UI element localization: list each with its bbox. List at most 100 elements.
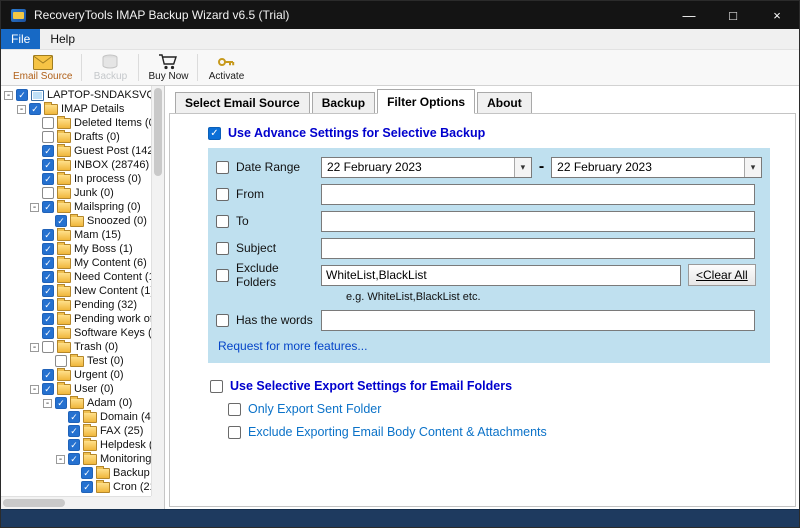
collapse-icon[interactable]: - xyxy=(30,203,39,212)
date-to-picker[interactable]: 22 February 2023 ▾ xyxy=(551,157,762,178)
tree-checkbox[interactable]: ✓ xyxy=(55,215,67,227)
tree-item[interactable]: -✓User (0) xyxy=(1,382,151,396)
tree-item[interactable]: ✓Pending (32) xyxy=(1,298,151,312)
to-input[interactable] xyxy=(321,211,755,232)
clear-all-button[interactable]: <Clear All xyxy=(688,264,756,286)
from-checkbox[interactable] xyxy=(216,188,229,201)
tree-checkbox[interactable]: ✓ xyxy=(29,103,41,115)
has-words-input[interactable] xyxy=(321,310,755,331)
tree-checkbox[interactable]: ✓ xyxy=(68,439,80,451)
scrollbar-thumb[interactable] xyxy=(3,499,65,507)
tree-checkbox[interactable]: ✓ xyxy=(81,467,93,479)
tree-item[interactable]: ✓Need Content (13) xyxy=(1,270,151,284)
tree-item[interactable]: -✓IMAP Details xyxy=(1,102,151,116)
tree-checkbox[interactable]: ✓ xyxy=(42,271,54,283)
calendar-dropdown-icon[interactable]: ▾ xyxy=(514,158,531,177)
tab-filter-options[interactable]: Filter Options xyxy=(377,89,475,114)
tree-item[interactable]: ✓Mam (15) xyxy=(1,228,151,242)
tree-checkbox[interactable]: ✓ xyxy=(42,145,54,157)
buy-now-button[interactable]: Buy Now xyxy=(141,50,195,85)
date-from-picker[interactable]: 22 February 2023 ▾ xyxy=(321,157,532,178)
tree-checkbox[interactable]: ✓ xyxy=(55,397,67,409)
tree-item[interactable]: ✓Domain (4) xyxy=(1,410,151,424)
tree-checkbox[interactable]: ✓ xyxy=(42,299,54,311)
tree-checkbox[interactable]: ✓ xyxy=(81,481,93,493)
tree-item[interactable]: ✓INBOX (28746) xyxy=(1,158,151,172)
minimize-icon[interactable]: — xyxy=(667,1,711,29)
tree-item[interactable]: -✓Adam (0) xyxy=(1,396,151,410)
tree-item[interactable]: ✓Backup (28) xyxy=(1,466,151,480)
tree-item[interactable]: Junk (0) xyxy=(1,186,151,200)
tree-checkbox[interactable]: ✓ xyxy=(42,257,54,269)
tree-item[interactable]: ✓In process (0) xyxy=(1,172,151,186)
tree-item[interactable]: Test (0) xyxy=(1,354,151,368)
tree-item[interactable]: ✓Cron (21) xyxy=(1,480,151,494)
request-features-link[interactable]: Request for more features... xyxy=(218,339,367,353)
from-input[interactable] xyxy=(321,184,755,205)
tree-item[interactable]: ✓Snoozed (0) xyxy=(1,214,151,228)
tree-checkbox[interactable]: ✓ xyxy=(42,243,54,255)
collapse-icon[interactable]: - xyxy=(43,399,52,408)
activate-button[interactable]: Activate xyxy=(200,50,252,85)
close-icon[interactable]: × xyxy=(755,1,799,29)
collapse-icon[interactable]: - xyxy=(30,385,39,394)
tree-item[interactable]: ✓Urgent (0) xyxy=(1,368,151,382)
tree-checkbox[interactable]: ✓ xyxy=(68,411,80,423)
tree-checkbox[interactable]: ✓ xyxy=(42,229,54,241)
tree-checkbox[interactable]: ✓ xyxy=(42,201,54,213)
tree-checkbox[interactable]: ✓ xyxy=(16,89,28,101)
export-settings-checkbox[interactable] xyxy=(210,380,223,393)
tree-checkbox[interactable]: ✓ xyxy=(42,159,54,171)
subject-checkbox[interactable] xyxy=(216,242,229,255)
collapse-icon[interactable]: - xyxy=(4,91,13,100)
date-range-checkbox[interactable] xyxy=(216,161,229,174)
advance-settings-checkbox[interactable]: ✓ xyxy=(208,127,221,140)
tab-about[interactable]: About xyxy=(477,92,532,113)
exclude-folders-checkbox[interactable] xyxy=(216,269,229,282)
exclude-folders-input[interactable] xyxy=(321,265,681,286)
tree-checkbox[interactable]: ✓ xyxy=(42,383,54,395)
tree-item[interactable]: ✓My Content (6) xyxy=(1,256,151,270)
menu-file[interactable]: File xyxy=(1,29,40,49)
only-sent-folder-checkbox[interactable] xyxy=(228,403,241,416)
tree-vertical-scrollbar[interactable] xyxy=(151,86,164,496)
tree-checkbox[interactable] xyxy=(42,187,54,199)
tree-checkbox[interactable] xyxy=(42,117,54,129)
tree-item[interactable]: ✓Pending work of si xyxy=(1,312,151,326)
tree-item[interactable]: -✓LAPTOP-SNDAKSVQ xyxy=(1,88,151,102)
subject-input[interactable] xyxy=(321,238,755,259)
tree-horizontal-scrollbar[interactable] xyxy=(1,496,151,509)
collapse-icon[interactable]: - xyxy=(56,455,65,464)
scrollbar-thumb[interactable] xyxy=(154,88,162,176)
collapse-icon[interactable]: - xyxy=(17,105,26,114)
tree-item[interactable]: -✓Monitoring (0) xyxy=(1,452,151,466)
maximize-icon[interactable]: □ xyxy=(711,1,755,29)
email-source-button[interactable]: Email Source xyxy=(6,50,79,85)
to-checkbox[interactable] xyxy=(216,215,229,228)
tree-item[interactable]: ✓My Boss (1) xyxy=(1,242,151,256)
tree-checkbox[interactable] xyxy=(55,355,67,367)
tree-checkbox[interactable] xyxy=(42,131,54,143)
tree-checkbox[interactable]: ✓ xyxy=(42,285,54,297)
exclude-body-checkbox[interactable] xyxy=(228,426,241,439)
collapse-icon[interactable]: - xyxy=(30,343,39,352)
tab-select-email-source[interactable]: Select Email Source xyxy=(175,92,310,113)
tab-backup[interactable]: Backup xyxy=(312,92,375,113)
tree-checkbox[interactable]: ✓ xyxy=(68,453,80,465)
has-words-checkbox[interactable] xyxy=(216,314,229,327)
calendar-dropdown-icon[interactable]: ▾ xyxy=(744,158,761,177)
tree-checkbox[interactable] xyxy=(42,341,54,353)
tree-item[interactable]: Drafts (0) xyxy=(1,130,151,144)
tree-item[interactable]: ✓Helpdesk (25 xyxy=(1,438,151,452)
tree-checkbox[interactable]: ✓ xyxy=(42,313,54,325)
tree-checkbox[interactable]: ✓ xyxy=(68,425,80,437)
tree-item[interactable]: -✓Mailspring (0) xyxy=(1,200,151,214)
tree-checkbox[interactable]: ✓ xyxy=(42,327,54,339)
tree-item[interactable]: ✓Software Keys (36) xyxy=(1,326,151,340)
tree-checkbox[interactable]: ✓ xyxy=(42,173,54,185)
tree-item[interactable]: ✓Guest Post (142) xyxy=(1,144,151,158)
tree-item[interactable]: ✓New Content (1) xyxy=(1,284,151,298)
menu-help[interactable]: Help xyxy=(40,29,85,49)
tree-checkbox[interactable]: ✓ xyxy=(42,369,54,381)
tree-item[interactable]: Deleted Items (0) xyxy=(1,116,151,130)
